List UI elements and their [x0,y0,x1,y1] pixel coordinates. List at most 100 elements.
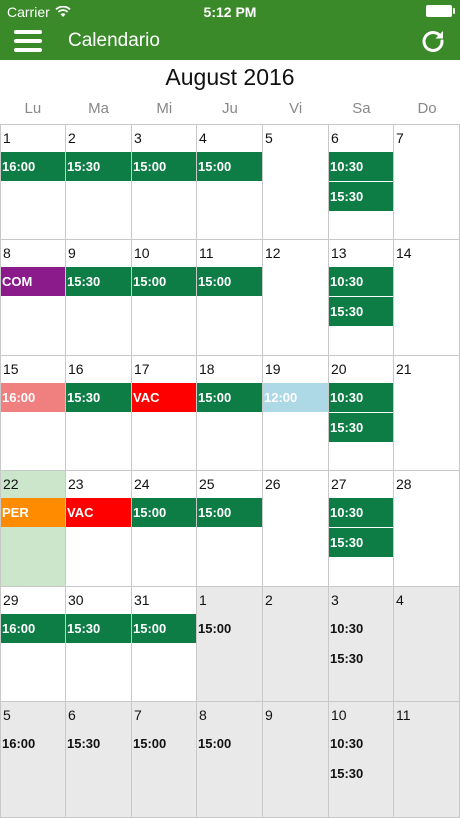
event-chip[interactable]: 15:00 [132,498,196,527]
event-chip[interactable]: 16:00 [1,152,65,181]
day-cell[interactable]: 8 COM [0,240,66,356]
event-chip[interactable]: 12:00 [263,383,328,412]
day-cell[interactable]: 23 VAC [66,471,132,587]
day-cell[interactable]: 19 12:00 [263,356,329,471]
day-cell[interactable]: 18 15:00 [197,356,263,471]
event-chip[interactable]: 10:30 [329,498,393,527]
event-chip[interactable]: 15:30 [66,729,131,758]
event-chip[interactable]: 16:00 [1,383,65,412]
event-chip[interactable]: COM [1,267,65,296]
event-chip[interactable]: 15:30 [66,383,131,412]
day-number: 16 [68,361,84,377]
day-number: 3 [331,592,339,608]
day-cell[interactable]: 26 [263,471,329,587]
event-chip[interactable]: 10:30 [329,152,393,181]
day-cell[interactable]: 10 10:30 15:30 [329,702,394,818]
day-number: 22 [3,476,19,492]
day-cell[interactable]: 8 15:00 [197,702,263,818]
event-chip[interactable]: 15:00 [132,152,196,181]
day-cell[interactable]: 28 [394,471,460,587]
event-chip[interactable]: 15:30 [329,644,393,673]
day-cell[interactable]: 30 15:30 [66,587,132,702]
day-cell[interactable]: 3 15:00 [132,124,197,240]
event-chip[interactable]: VAC [132,383,196,412]
day-cell[interactable]: 7 15:00 [132,702,197,818]
event-chip[interactable]: 15:30 [66,152,131,181]
day-number: 2 [68,130,76,146]
event-chip[interactable]: 10:30 [329,729,393,758]
event-chip[interactable]: 15:30 [329,528,393,557]
weekday-label: Do [417,100,437,117]
day-cell[interactable]: 4 [394,587,460,702]
day-cell[interactable]: 27 10:30 15:30 [329,471,394,587]
day-number: 11 [396,707,411,723]
day-cell[interactable]: 17 VAC [132,356,197,471]
day-cell[interactable]: 12 [263,240,329,356]
event-chip[interactable]: 15:30 [329,182,393,211]
day-cell[interactable]: 15 16:00 [0,356,66,471]
day-cell[interactable]: 6 10:30 15:30 [329,124,394,240]
day-cell[interactable]: 9 15:30 [66,240,132,356]
day-cell[interactable]: 11 [394,702,460,818]
day-cell[interactable]: 16 15:30 [66,356,132,471]
day-cell[interactable]: 6 15:30 [66,702,132,818]
nav-bar: Calendario [0,22,460,60]
event-chip[interactable]: 10:30 [329,614,393,643]
day-cell[interactable]: 22 PER [0,471,66,587]
day-number: 23 [68,476,84,492]
weekday-label: Vi [289,100,303,117]
event-chip[interactable]: VAC [66,498,131,527]
event-chip[interactable]: 15:00 [197,498,262,527]
day-number: 31 [134,592,150,608]
event-chip[interactable]: 15:00 [197,152,262,181]
event-chip[interactable]: 15:00 [132,729,196,758]
day-cell[interactable]: 24 15:00 [132,471,197,587]
event-chip[interactable]: PER [1,498,65,527]
day-cell[interactable]: 11 15:00 [197,240,263,356]
day-cell[interactable]: 2 15:30 [66,124,132,240]
day-cell[interactable]: 13 10:30 15:30 [329,240,394,356]
app-header: Carrier 5:12 PM Calendario [0,0,460,60]
event-chip[interactable]: 15:30 [329,413,393,442]
event-chip[interactable]: 15:00 [132,614,196,643]
day-cell[interactable]: 7 [394,124,460,240]
day-cell[interactable]: 1 16:00 [0,124,66,240]
day-number: 25 [199,476,215,492]
day-cell[interactable]: 9 [263,702,329,818]
event-chip[interactable]: 15:30 [66,614,131,643]
day-cell[interactable]: 1 15:00 [197,587,263,702]
day-cell[interactable]: 5 16:00 [0,702,66,818]
event-chip[interactable]: 15:30 [329,759,393,788]
day-cell[interactable]: 2 [263,587,329,702]
day-cell[interactable]: 20 10:30 15:30 [329,356,394,471]
day-cell[interactable]: 29 16:00 [0,587,66,702]
weekday-label: Ma [88,100,109,117]
day-number: 17 [134,361,150,377]
day-number: 4 [199,130,207,146]
event-chip[interactable]: 15:30 [329,297,393,326]
day-cell[interactable]: 4 15:00 [197,124,263,240]
day-cell[interactable]: 21 [394,356,460,471]
event-chip[interactable]: 15:00 [197,383,262,412]
menu-icon[interactable] [14,28,42,54]
event-chip[interactable]: 15:00 [197,614,262,643]
day-cell[interactable]: 3 10:30 15:30 [329,587,394,702]
event-chip[interactable]: 16:00 [1,614,65,643]
day-number: 9 [68,245,76,261]
weekday-label: Mi [156,100,173,117]
event-chip[interactable]: 16:00 [1,729,65,758]
day-number: 18 [199,361,215,377]
day-cell[interactable]: 10 15:00 [132,240,197,356]
event-chip[interactable]: 15:00 [197,729,262,758]
day-cell[interactable]: 31 15:00 [132,587,197,702]
day-cell[interactable]: 14 [394,240,460,356]
day-number: 14 [396,245,412,261]
event-chip[interactable]: 10:30 [329,383,393,412]
event-chip[interactable]: 15:00 [132,267,196,296]
refresh-icon[interactable] [420,28,446,54]
day-cell[interactable]: 25 15:00 [197,471,263,587]
day-cell[interactable]: 5 [263,124,329,240]
event-chip[interactable]: 15:30 [66,267,131,296]
event-chip[interactable]: 15:00 [197,267,262,296]
event-chip[interactable]: 10:30 [329,267,393,296]
